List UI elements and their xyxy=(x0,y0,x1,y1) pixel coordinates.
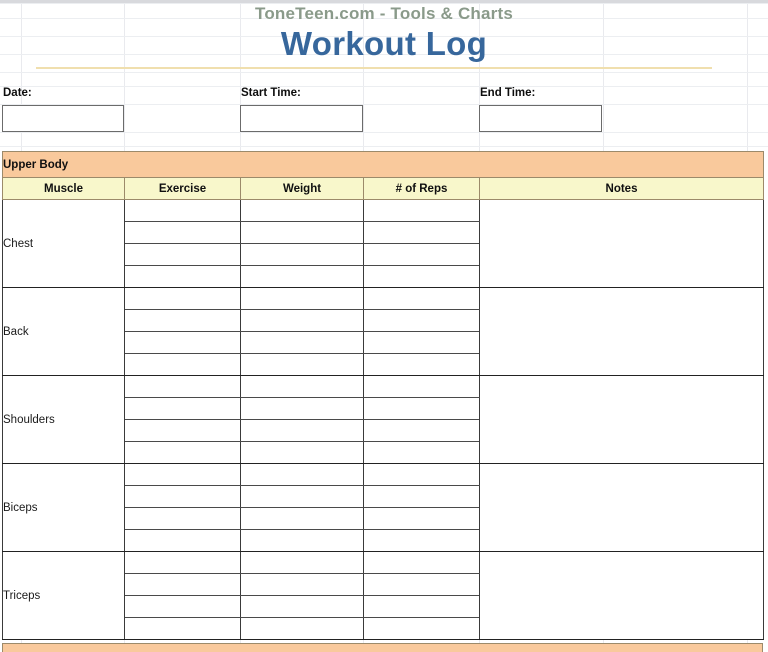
table-row: Back xyxy=(2,287,764,376)
weight-cell[interactable] xyxy=(240,617,364,640)
weight-cell[interactable] xyxy=(240,529,364,552)
exercise-cell[interactable] xyxy=(124,309,241,332)
next-section-band xyxy=(2,643,763,652)
muscle-group-label: Chest xyxy=(2,199,125,288)
title-divider-rule xyxy=(36,67,712,69)
workout-log-table: Upper Body Muscle Exercise Weight # of Reps N… xyxy=(2,151,764,640)
weight-cell[interactable] xyxy=(240,419,364,442)
exercise-cell[interactable] xyxy=(124,485,241,508)
section-title-cell: Upper Body xyxy=(2,151,764,178)
exercise-cell[interactable] xyxy=(124,551,241,574)
exercise-cell[interactable] xyxy=(124,265,241,288)
reps-cell[interactable] xyxy=(363,243,480,266)
end-time-label: End Time: xyxy=(480,87,536,99)
reps-cell[interactable] xyxy=(363,485,480,508)
exercise-cell[interactable] xyxy=(124,397,241,420)
muscle-group-label: Triceps xyxy=(2,551,125,640)
weight-cell[interactable] xyxy=(240,287,364,310)
reps-cell[interactable] xyxy=(363,331,480,354)
reps-cell[interactable] xyxy=(363,309,480,332)
reps-cell[interactable] xyxy=(363,529,480,552)
reps-cell[interactable] xyxy=(363,441,480,464)
weight-cell[interactable] xyxy=(240,265,364,288)
column-header-weight: Weight xyxy=(240,177,364,200)
table-row: Chest xyxy=(2,199,764,288)
notes-cell[interactable] xyxy=(479,199,764,288)
weight-cell[interactable] xyxy=(240,595,364,618)
exercise-cell[interactable] xyxy=(124,573,241,596)
title-block: ToneTeen.com - Tools & Charts Workout Lo… xyxy=(0,0,768,63)
exercise-cell[interactable] xyxy=(124,617,241,640)
end-time-input[interactable] xyxy=(479,105,602,132)
reps-cell[interactable] xyxy=(363,419,480,442)
weight-cell[interactable] xyxy=(240,309,364,332)
weight-cell[interactable] xyxy=(240,441,364,464)
exercise-cell[interactable] xyxy=(124,199,241,222)
reps-cell[interactable] xyxy=(363,595,480,618)
reps-cell[interactable] xyxy=(363,617,480,640)
notes-cell[interactable] xyxy=(479,551,764,640)
start-time-label: Start Time: xyxy=(241,87,301,99)
weight-cell[interactable] xyxy=(240,485,364,508)
exercise-cell[interactable] xyxy=(124,331,241,354)
start-time-input[interactable] xyxy=(240,105,363,132)
weight-cell[interactable] xyxy=(240,353,364,376)
muscle-group-label: Biceps xyxy=(2,463,125,552)
column-header-of-reps: # of Reps xyxy=(363,177,480,200)
notes-cell[interactable] xyxy=(479,287,764,376)
weight-cell[interactable] xyxy=(240,221,364,244)
reps-cell[interactable] xyxy=(363,221,480,244)
column-header-exercise: Exercise xyxy=(124,177,241,200)
reps-cell[interactable] xyxy=(363,265,480,288)
weight-cell[interactable] xyxy=(240,199,364,222)
reps-cell[interactable] xyxy=(363,573,480,596)
reps-cell[interactable] xyxy=(363,507,480,530)
exercise-cell[interactable] xyxy=(124,595,241,618)
exercise-cell[interactable] xyxy=(124,463,241,486)
weight-cell[interactable] xyxy=(240,551,364,574)
session-meta-row: Date: Start Time: End Time: xyxy=(0,86,768,138)
notes-cell[interactable] xyxy=(479,463,764,552)
reps-cell[interactable] xyxy=(363,375,480,398)
exercise-cell[interactable] xyxy=(124,353,241,376)
weight-cell[interactable] xyxy=(240,331,364,354)
reps-cell[interactable] xyxy=(363,287,480,310)
site-branding-line: ToneTeen.com - Tools & Charts xyxy=(255,4,513,23)
weight-cell[interactable] xyxy=(240,243,364,266)
exercise-cell[interactable] xyxy=(124,287,241,310)
reps-cell[interactable] xyxy=(363,397,480,420)
weight-cell[interactable] xyxy=(240,573,364,596)
weight-cell[interactable] xyxy=(240,463,364,486)
weight-cell[interactable] xyxy=(240,375,364,398)
exercise-cell[interactable] xyxy=(124,243,241,266)
muscle-group-label: Back xyxy=(2,287,125,376)
exercise-cell[interactable] xyxy=(124,375,241,398)
exercise-cell[interactable] xyxy=(124,221,241,244)
reps-cell[interactable] xyxy=(363,353,480,376)
page-title: Workout Log xyxy=(280,25,488,62)
exercise-cell[interactable] xyxy=(124,507,241,530)
muscle-group-label: Shoulders xyxy=(2,375,125,464)
exercise-cell[interactable] xyxy=(124,441,241,464)
table-row: Shoulders xyxy=(2,375,764,464)
reps-cell[interactable] xyxy=(363,463,480,486)
weight-cell[interactable] xyxy=(240,397,364,420)
column-header-row: Muscle Exercise Weight # of Reps Notes xyxy=(2,177,764,200)
weight-cell[interactable] xyxy=(240,507,364,530)
table-row: Biceps xyxy=(2,463,764,552)
table-row: Triceps xyxy=(2,551,764,640)
notes-cell[interactable] xyxy=(479,375,764,464)
date-input[interactable] xyxy=(2,105,124,132)
column-header-muscle: Muscle xyxy=(2,177,125,200)
exercise-cell[interactable] xyxy=(124,529,241,552)
date-label: Date: xyxy=(3,87,32,99)
reps-cell[interactable] xyxy=(363,551,480,574)
section-header-row: Upper Body xyxy=(2,151,764,178)
reps-cell[interactable] xyxy=(363,199,480,222)
column-header-notes: Notes xyxy=(479,177,764,200)
exercise-cell[interactable] xyxy=(124,419,241,442)
